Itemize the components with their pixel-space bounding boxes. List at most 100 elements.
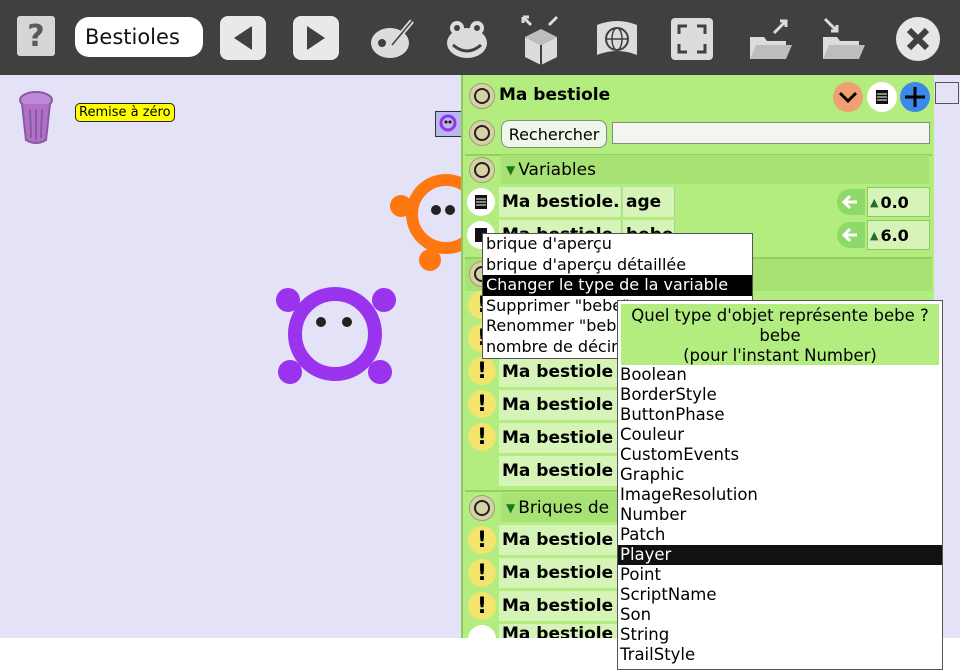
type-current: (pour l'instant Number) xyxy=(683,346,877,365)
brick-tile[interactable]: Ma bestiole xyxy=(499,558,619,588)
variables-header-label: Variables xyxy=(518,159,596,180)
quit-button[interactable] xyxy=(894,15,942,63)
orange-creature[interactable] xyxy=(388,170,468,275)
type-option-scriptname[interactable]: ScriptName xyxy=(618,585,942,605)
age-name-tile[interactable]: age xyxy=(623,187,675,217)
type-option-customevents[interactable]: CustomEvents xyxy=(618,445,942,465)
open-box-icon xyxy=(521,15,559,65)
mini-handle[interactable] xyxy=(935,82,959,104)
bestiole-tile[interactable]: Ma bestiole xyxy=(499,390,619,420)
bestiole-tile[interactable]: Ma bestiole xyxy=(499,423,619,453)
type-variable-name: bebe xyxy=(759,326,801,345)
warning-icon[interactable]: ! xyxy=(468,390,496,418)
arrow-left-icon xyxy=(841,194,857,210)
next-button[interactable] xyxy=(293,16,339,60)
share-button[interactable] xyxy=(593,15,641,63)
viewer-menu-button[interactable] xyxy=(469,83,495,109)
trash-icon xyxy=(19,91,53,144)
reset-button[interactable]: Remise à zéro xyxy=(75,103,175,122)
trash-can[interactable] xyxy=(14,90,58,150)
type-option-player[interactable]: Player xyxy=(618,545,942,565)
triangle-down-icon: ▼ xyxy=(506,162,516,177)
fullscreen-button[interactable] xyxy=(668,15,716,63)
add-category-button[interactable] xyxy=(900,82,930,112)
age-value-field[interactable]: ▲ 0.0 xyxy=(867,187,930,217)
arrow-left-icon xyxy=(841,227,857,243)
triangle-down-icon: ▼ xyxy=(506,500,516,515)
search-button[interactable]: Rechercher xyxy=(501,120,607,148)
creature-thumbnail-icon xyxy=(439,114,457,132)
menu-item-detailed-preview-brick[interactable]: brique d'aperçu détaillée xyxy=(483,255,752,276)
search-menu-button[interactable] xyxy=(469,120,495,146)
paint-button[interactable] xyxy=(368,15,416,63)
bricks-category[interactable]: ▼ Briques de xyxy=(501,493,621,522)
viewer-list-button[interactable] xyxy=(867,82,897,112)
arrow-right-icon xyxy=(307,26,325,50)
frog-face-icon xyxy=(447,21,487,58)
toolbar: ? Bestioles xyxy=(0,0,960,75)
list-icon[interactable] xyxy=(468,625,496,638)
type-option-trailstyle[interactable]: TrailStyle xyxy=(618,645,942,665)
folder-save-icon xyxy=(823,17,865,59)
type-option-buttonphase[interactable]: ButtonPhase xyxy=(618,405,942,425)
bricks-menu-button[interactable] xyxy=(469,495,495,521)
search-input[interactable] xyxy=(612,122,930,144)
help-button[interactable]: ? xyxy=(17,16,55,56)
type-option-string[interactable]: String xyxy=(618,625,942,645)
bebe-value: 6.0 xyxy=(880,225,909,245)
warning-icon[interactable]: ! xyxy=(468,357,496,385)
type-question: Quel type d'objet représente bebe ? xyxy=(631,306,929,325)
age-value: 0.0 xyxy=(880,192,909,212)
arrow-left-icon xyxy=(234,26,252,50)
brick-tile[interactable]: Ma bestiole xyxy=(499,525,619,555)
viewer-title: Ma bestiole xyxy=(499,85,611,105)
chevron-down-icon xyxy=(838,91,858,104)
type-option-couleur[interactable]: Couleur xyxy=(618,425,942,445)
type-option-graphic[interactable]: Graphic xyxy=(618,465,942,485)
previous-button[interactable] xyxy=(220,16,266,60)
globe-flag-icon xyxy=(597,21,637,55)
warning-icon[interactable]: ! xyxy=(468,423,496,451)
type-option-point[interactable]: Point xyxy=(618,565,942,585)
type-option-son[interactable]: Son xyxy=(618,605,942,625)
purple-creature[interactable] xyxy=(270,282,400,392)
objects-catalog-button[interactable] xyxy=(517,15,565,65)
bebe-value-field[interactable]: ▲ 6.0 xyxy=(867,220,930,250)
type-option-borderstyle[interactable]: BorderStyle xyxy=(618,385,942,405)
type-option-imageresolution[interactable]: ImageResolution xyxy=(618,485,942,505)
paint-palette-icon xyxy=(371,19,414,58)
bebe-assign-arrow[interactable] xyxy=(837,222,865,248)
open-project-button[interactable] xyxy=(746,15,794,63)
bestiole-tile[interactable]: Ma bestiole xyxy=(499,357,619,387)
type-options-list: Boolean BorderStyle ButtonPhase Couleur Cust… xyxy=(618,365,942,665)
menu-item-change-variable-type[interactable]: Changer le type de la variable xyxy=(483,275,752,296)
age-assign-arrow[interactable] xyxy=(837,189,865,215)
stepper-icon[interactable]: ▲ xyxy=(870,229,878,242)
supplies-button[interactable] xyxy=(443,15,491,63)
folder-open-icon xyxy=(750,19,792,59)
bestiole-tile[interactable]: Ma bestiole xyxy=(499,456,619,486)
menu-item-preview-brick[interactable]: brique d'aperçu xyxy=(483,234,752,255)
save-project-button[interactable] xyxy=(819,15,867,63)
warning-icon[interactable]: ! xyxy=(468,526,496,554)
close-icon xyxy=(896,17,940,61)
sprite-thumbnail[interactable] xyxy=(435,111,463,137)
type-option-boolean[interactable]: Boolean xyxy=(618,365,942,385)
list-icon xyxy=(475,195,487,209)
brick-tile[interactable]: Ma bestiole xyxy=(499,591,619,621)
type-option-number[interactable]: Number xyxy=(618,505,942,525)
list-icon xyxy=(876,90,888,104)
stepper-icon[interactable]: ▲ xyxy=(870,196,878,209)
brick-tile[interactable]: Ma bestiole xyxy=(499,624,619,638)
collapse-button[interactable] xyxy=(833,82,863,112)
variable-type-menu: Quel type d'objet représente bebe ? bebe… xyxy=(617,300,943,670)
warning-icon[interactable]: ! xyxy=(468,592,496,620)
variables-menu-button[interactable] xyxy=(469,157,495,183)
variables-category[interactable]: ▼ Variables xyxy=(501,155,929,184)
age-owner-tile[interactable]: Ma bestiole. xyxy=(499,187,622,217)
age-row-menu[interactable] xyxy=(467,188,495,216)
project-name-field[interactable]: Bestioles xyxy=(75,17,203,57)
type-option-patch[interactable]: Patch xyxy=(618,525,942,545)
warning-icon[interactable]: ! xyxy=(468,559,496,587)
fullscreen-icon xyxy=(671,18,713,60)
